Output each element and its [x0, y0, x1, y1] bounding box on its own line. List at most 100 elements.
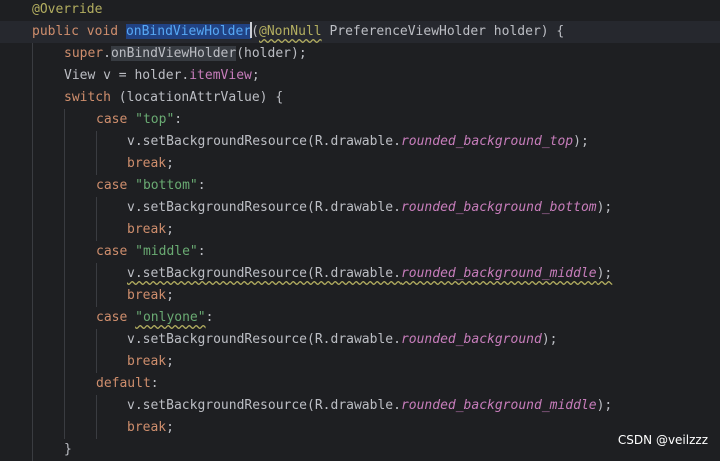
- code-token: case: [96, 244, 128, 259]
- code-token: :: [150, 376, 159, 391]
- indent-guide: [96, 153, 97, 175]
- indent-guide: [32, 131, 33, 153]
- code-token: :: [197, 178, 206, 193]
- code-token: v.setBackgroundResource(R.drawable.: [127, 332, 401, 347]
- indent-guide: [64, 153, 65, 175]
- code-line[interactable]: case "top":: [0, 109, 720, 131]
- indent-guide: [96, 417, 97, 439]
- code-token: (locationAttrValue) {: [110, 90, 284, 105]
- indent-guide: [64, 395, 65, 417]
- indent-guide: [96, 131, 97, 153]
- code-token: rounded_background_top: [400, 134, 574, 149]
- code-line[interactable]: v.setBackgroundResource(R.drawable.round…: [0, 263, 720, 285]
- indent-guide: [32, 329, 33, 351]
- indent-guide: [64, 197, 65, 219]
- code-token: );: [573, 134, 589, 149]
- code-line[interactable]: break;: [0, 219, 720, 241]
- indent-guide: [32, 417, 33, 439]
- code-line[interactable]: View v = holder.itemView;: [0, 65, 720, 87]
- indent-guide: [64, 417, 65, 439]
- code-token: switch: [64, 90, 111, 105]
- code-token: );: [596, 266, 613, 281]
- code-token: ;: [166, 156, 174, 171]
- code-line[interactable]: @Override: [0, 0, 720, 21]
- code-token: break: [127, 156, 167, 171]
- code-token: "top": [135, 112, 175, 127]
- code-token: rounded_background: [400, 332, 542, 347]
- code-line[interactable]: public void onBindViewHolder(@NonNull Pr…: [0, 21, 720, 43]
- code-token: break: [127, 420, 167, 435]
- code-line-text: v.setBackgroundResource(R.drawable.round…: [127, 263, 612, 285]
- code-line[interactable]: }: [0, 439, 720, 461]
- code-line-text: @Override: [32, 0, 102, 21]
- code-token: :: [205, 310, 214, 325]
- code-token: "onlyone": [135, 310, 206, 325]
- code-line[interactable]: case "onlyone":: [0, 307, 720, 329]
- code-token: itemView: [189, 68, 252, 83]
- code-line-text: v.setBackgroundResource(R.drawable.round…: [127, 395, 612, 417]
- indent-guide: [32, 285, 33, 307]
- indent-guide: [32, 241, 33, 263]
- code-line[interactable]: v.setBackgroundResource(R.drawable.round…: [0, 131, 720, 153]
- code-editor[interactable]: @Override public void onBindViewHolder(@N…: [0, 0, 720, 461]
- code-line-text: switch (locationAttrValue) {: [64, 87, 283, 109]
- code-token: ;: [166, 288, 174, 303]
- code-token: :: [174, 112, 183, 127]
- indent-guide: [32, 197, 33, 219]
- code-line[interactable]: switch (locationAttrValue) {: [0, 87, 720, 109]
- indent-guide: [32, 109, 33, 131]
- code-line[interactable]: break;: [0, 351, 720, 373]
- code-line[interactable]: v.setBackgroundResource(R.drawable.round…: [0, 197, 720, 219]
- code-line[interactable]: case "middle":: [0, 241, 720, 263]
- indent-guide: [64, 285, 65, 307]
- indent-guide: [32, 395, 33, 417]
- code-token: case: [96, 178, 128, 193]
- indent-guide: [32, 351, 33, 373]
- code-token: .: [103, 46, 111, 61]
- code-token: (holder);: [236, 46, 307, 61]
- code-token: );: [596, 200, 613, 215]
- code-line-text: break;: [127, 351, 174, 373]
- code-line[interactable]: break;: [0, 285, 720, 307]
- code-line[interactable]: break;: [0, 153, 720, 175]
- code-line[interactable]: break;: [0, 417, 720, 439]
- code-token: rounded_background_middle: [400, 398, 597, 413]
- code-token: :: [197, 244, 206, 259]
- code-token: v.setBackgroundResource(R.drawable.: [127, 266, 401, 281]
- code-token: onBindViewHolder: [125, 24, 252, 39]
- indent-guide: [64, 175, 65, 197]
- indent-guide: [96, 329, 97, 351]
- indent-guide: [96, 285, 97, 307]
- indent-guide: [32, 43, 33, 65]
- code-token: ;: [166, 222, 174, 237]
- indent-guide: [32, 65, 33, 87]
- code-token: rounded_background_middle: [400, 266, 597, 281]
- indent-guide: [96, 219, 97, 241]
- indent-guide: [32, 87, 33, 109]
- code-token: break: [127, 288, 167, 303]
- code-line[interactable]: super.onBindViewHolder(holder);: [0, 43, 720, 65]
- code-token: "middle": [135, 244, 198, 259]
- code-line[interactable]: v.setBackgroundResource(R.drawable.round…: [0, 395, 720, 417]
- code-line-text: case "bottom":: [96, 175, 206, 197]
- code-token: }: [64, 442, 72, 457]
- code-token: v.setBackgroundResource(R.drawable.: [127, 134, 401, 149]
- code-line-text: }: [64, 439, 72, 461]
- code-line[interactable]: case "bottom":: [0, 175, 720, 197]
- code-token: @Override: [32, 2, 103, 17]
- indent-guide: [64, 373, 65, 395]
- code-line[interactable]: default:: [0, 373, 720, 395]
- code-token: case: [96, 112, 128, 127]
- code-token: break: [127, 222, 167, 237]
- code-token: (: [251, 24, 259, 39]
- code-token: v.setBackgroundResource(R.drawable.: [127, 200, 401, 215]
- code-token: View v = holder.: [64, 68, 190, 83]
- code-token: );: [541, 332, 558, 347]
- code-token: void: [86, 24, 119, 39]
- code-line-text: case "top":: [96, 109, 182, 131]
- code-line-text: case "onlyone":: [96, 307, 213, 329]
- code-line[interactable]: v.setBackgroundResource(R.drawable.round…: [0, 329, 720, 351]
- indent-guide: [32, 175, 33, 197]
